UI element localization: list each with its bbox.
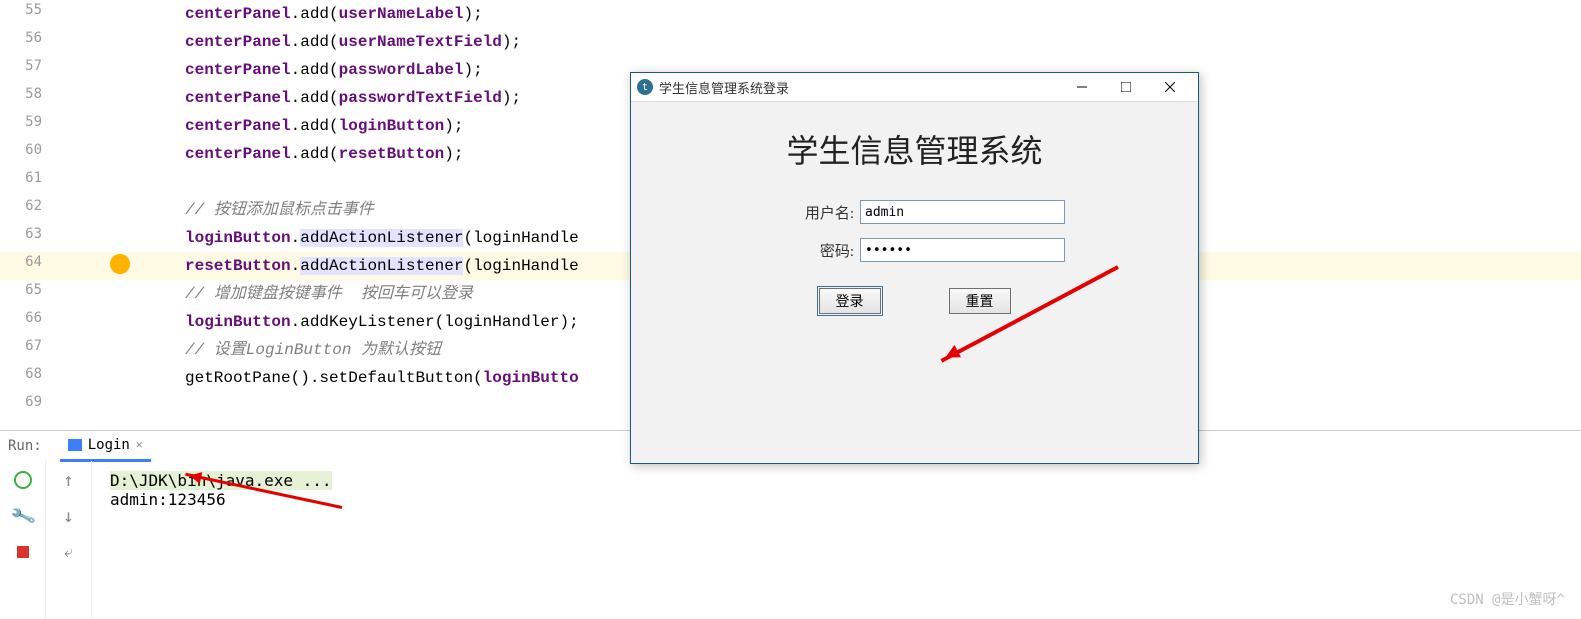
line-number: 64 bbox=[0, 248, 42, 276]
line-number: 63 bbox=[0, 220, 42, 248]
line-number: 58 bbox=[0, 80, 42, 108]
line-number: 57 bbox=[0, 52, 42, 80]
watermark: CSDN @是小蟹呀^ bbox=[1450, 589, 1565, 609]
dialog-title: 学生信息管理系统登录 bbox=[659, 78, 1060, 97]
line-number: 60 bbox=[0, 136, 42, 164]
line-number: 65 bbox=[0, 276, 42, 304]
line-number: 67 bbox=[0, 332, 42, 360]
intention-bulb-icon[interactable] bbox=[110, 254, 130, 274]
close-button[interactable] bbox=[1148, 75, 1192, 99]
login-dialog: t 学生信息管理系统登录 学生信息管理系统 用户名: 密码: 登录 重置 bbox=[630, 72, 1199, 464]
soft-wrap-icon[interactable]: ⤶ bbox=[60, 543, 78, 561]
password-label: 密码: bbox=[764, 240, 854, 261]
username-input[interactable] bbox=[860, 200, 1065, 224]
maximize-button[interactable] bbox=[1104, 75, 1148, 99]
line-number: 55 bbox=[0, 0, 42, 24]
line-number: 56 bbox=[0, 24, 42, 52]
username-label: 用户名: bbox=[764, 202, 854, 223]
password-input[interactable] bbox=[860, 238, 1065, 262]
run-toolbar-left: 🔧 bbox=[0, 461, 46, 619]
run-toolbar-nav: ↑ ↓ ⤶ bbox=[46, 461, 92, 619]
line-number: 66 bbox=[0, 304, 42, 332]
line-number: 68 bbox=[0, 360, 42, 388]
wrench-icon[interactable]: 🔧 bbox=[11, 504, 34, 527]
line-number: 69 bbox=[0, 388, 42, 416]
dialog-titlebar[interactable]: t 学生信息管理系统登录 bbox=[631, 73, 1198, 102]
stop-icon[interactable] bbox=[14, 543, 32, 561]
app-icon: t bbox=[637, 79, 653, 95]
line-number: 62 bbox=[0, 192, 42, 220]
run-tab-label: Login bbox=[88, 437, 130, 453]
editor-gutter: 555657585960616263646566676869 bbox=[0, 0, 90, 430]
login-button[interactable]: 登录 bbox=[819, 288, 881, 314]
console-line: D:\JDK\bin\java.exe ... bbox=[110, 471, 1563, 490]
line-number: 61 bbox=[0, 164, 42, 192]
close-icon[interactable]: ✕ bbox=[136, 438, 143, 451]
run-label: Run: bbox=[8, 438, 42, 454]
code-line: centerPanel.add(userNameTextField); bbox=[185, 28, 1581, 56]
reset-button[interactable]: 重置 bbox=[949, 288, 1011, 314]
up-icon[interactable]: ↑ bbox=[60, 471, 78, 489]
down-icon[interactable]: ↓ bbox=[60, 507, 78, 525]
console-output[interactable]: D:\JDK\bin\java.exe ... admin:123456 bbox=[92, 461, 1581, 619]
run-tab-login[interactable]: Login ✕ bbox=[60, 431, 151, 462]
line-number: 59 bbox=[0, 108, 42, 136]
minimize-button[interactable] bbox=[1060, 75, 1104, 99]
run-config-icon bbox=[68, 439, 82, 451]
code-line: centerPanel.add(userNameLabel); bbox=[185, 0, 1581, 28]
dialog-heading: 学生信息管理系统 bbox=[631, 126, 1198, 172]
rerun-icon[interactable] bbox=[14, 471, 32, 489]
